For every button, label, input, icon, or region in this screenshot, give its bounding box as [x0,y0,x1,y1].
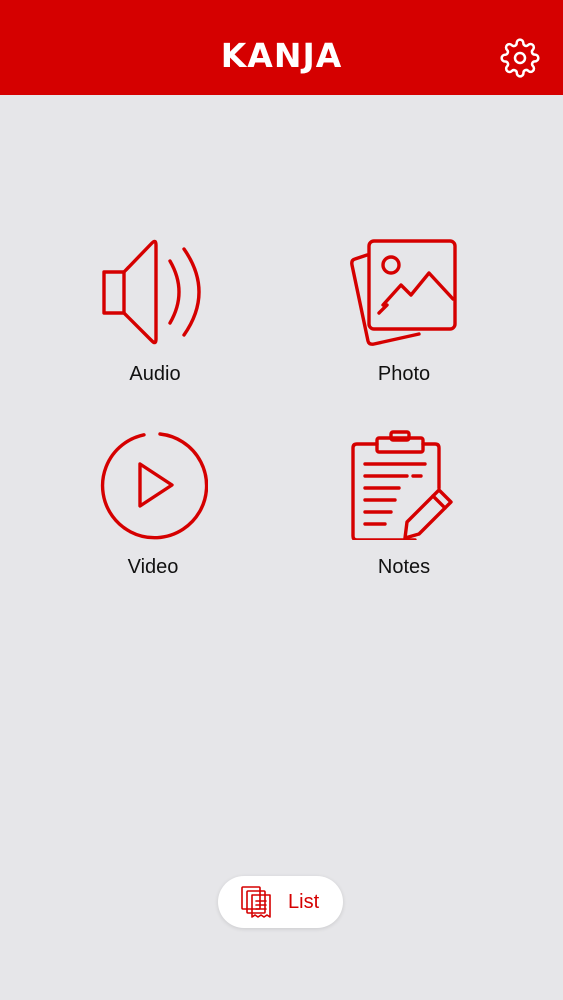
list-label: List [288,891,320,913]
audio-tile[interactable]: Audio [55,237,255,407]
audio-label: Audio [129,363,181,385]
gear-icon [500,38,540,78]
video-label: Video [127,556,179,578]
app-title: KANJA [220,36,343,75]
clipboard-pencil-icon [349,430,459,540]
speaker-icon [100,237,210,347]
notes-label: Notes [377,556,431,578]
top-bar: KANJA [0,0,563,95]
photo-label: Photo [377,363,431,385]
documents-icon [240,885,274,919]
notes-tile[interactable]: Notes [304,430,504,600]
list-button[interactable]: List [218,876,343,928]
photo-tile[interactable]: Photo [304,237,504,407]
video-tile[interactable]: Video [53,430,253,600]
photo-icon [349,237,459,347]
settings-button[interactable] [500,38,540,78]
play-icon [98,430,208,540]
app-screen: KANJA Audio Photo Video Notes List [0,0,563,1000]
